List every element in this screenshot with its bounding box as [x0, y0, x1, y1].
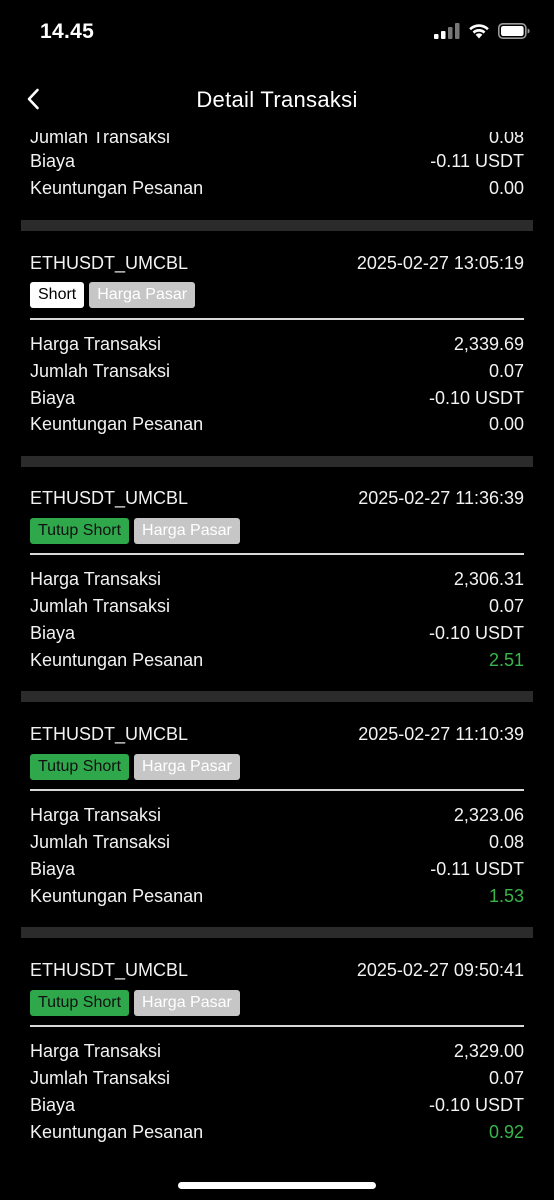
row-value: 2,306.31 — [453, 568, 524, 589]
status-time: 14.45 — [40, 20, 95, 43]
row-profit: Keuntungan Pesanan 0.00 — [30, 411, 524, 437]
row-label: Biaya — [30, 622, 76, 643]
card-tags: Tutup Short Harga Pasar — [30, 990, 240, 1016]
row-label: Keuntungan Pesanan — [30, 1121, 204, 1142]
card-header[interactable]: ETHUSDT_UMCBL 2025-02-27 11:36:39 — [30, 485, 524, 511]
row-label: Jumlah Transaksi — [30, 831, 171, 852]
card-datetime: 2025-02-27 11:10:39 — [358, 723, 524, 744]
page-title: Detail Transaksi — [196, 87, 358, 112]
row-amount: Jumlah Transaksi 0.08 — [30, 829, 524, 855]
row-fee: Biaya -0.10 USDT — [30, 385, 524, 411]
nav-bar: Detail Transaksi — [0, 70, 554, 132]
row-value: 0.92 — [488, 1121, 524, 1142]
row-amount: Jumlah Transaksi 0.07 — [30, 1065, 524, 1091]
card-divider — [21, 927, 533, 938]
row-price: Harga Transaksi 2,329.00 — [30, 1038, 524, 1064]
row-amount: Jumlah Transaksi 0.07 — [30, 593, 524, 619]
card-header[interactable]: ETHUSDT_UMCBL 2025-02-27 11:10:39 — [30, 721, 524, 747]
card-header[interactable]: ETHUSDT_UMCBL 2025-02-27 13:05:19 — [30, 250, 524, 276]
row-label: Harga Transaksi — [30, 568, 162, 589]
partial-row-profit: Keuntungan Pesanan 0.00 — [30, 175, 524, 201]
row-label: Jumlah Transaksi — [30, 132, 171, 147]
battery-icon — [498, 23, 530, 44]
row-value: 0.00 — [488, 413, 524, 434]
order-type-tag: Harga Pasar — [89, 282, 196, 308]
row-value: 0.08 — [488, 132, 524, 147]
status-icons — [434, 23, 530, 44]
row-amount: Jumlah Transaksi 0.07 — [30, 358, 524, 384]
row-label: Keuntungan Pesanan — [30, 177, 204, 198]
row-value: 0.07 — [488, 595, 524, 616]
row-value: -0.10 USDT — [428, 1094, 524, 1115]
card-divider — [21, 691, 533, 702]
side-tag: Tutup Short — [30, 518, 130, 544]
card-tags: Tutup Short Harga Pasar — [30, 754, 240, 780]
row-value: 2,329.00 — [453, 1040, 524, 1061]
row-label: Keuntungan Pesanan — [30, 413, 204, 434]
row-label: Biaya — [30, 150, 76, 171]
row-value: 1.53 — [488, 885, 524, 906]
row-value: 0.08 — [488, 831, 524, 852]
row-profit: Keuntungan Pesanan 2.51 — [30, 647, 524, 673]
row-fee: Biaya -0.11 USDT — [30, 856, 524, 882]
side-tag: Short — [30, 282, 85, 308]
status-bar: 14.45 — [0, 0, 554, 70]
card-inner-divider — [30, 318, 524, 320]
cellular-signal-icon — [434, 23, 460, 44]
card-symbol: ETHUSDT_UMCBL — [30, 487, 189, 508]
card-datetime: 2025-02-27 09:50:41 — [356, 959, 524, 980]
order-type-tag: Harga Pasar — [134, 518, 240, 544]
home-indicator[interactable] — [178, 1182, 376, 1189]
row-value: 0.07 — [488, 360, 524, 381]
row-price: Harga Transaksi 2,339.69 — [30, 331, 524, 357]
row-label: Keuntungan Pesanan — [30, 649, 204, 670]
row-value: -0.10 USDT — [428, 622, 524, 643]
transaction-list[interactable]: Jumlah Transaksi 0.08 Biaya -0.11 USDT K… — [0, 132, 554, 1172]
card-datetime: 2025-02-27 13:05:19 — [356, 252, 524, 273]
order-type-tag: Harga Pasar — [134, 754, 240, 780]
row-fee: Biaya -0.10 USDT — [30, 620, 524, 646]
row-label: Jumlah Transaksi — [30, 1067, 171, 1088]
side-tag: Tutup Short — [30, 754, 130, 780]
row-profit: Keuntungan Pesanan 0.92 — [30, 1119, 524, 1145]
card-divider — [21, 456, 533, 467]
card-tags: Short Harga Pasar — [30, 282, 196, 308]
row-fee: Biaya -0.10 USDT — [30, 1092, 524, 1118]
row-value: 2,339.69 — [453, 333, 524, 354]
row-label: Jumlah Transaksi — [30, 595, 171, 616]
card-symbol: ETHUSDT_UMCBL — [30, 723, 189, 744]
row-label: Harga Transaksi — [30, 333, 162, 354]
row-value: -0.10 USDT — [428, 387, 524, 408]
row-label: Jumlah Transaksi — [30, 360, 171, 381]
row-label: Keuntungan Pesanan — [30, 885, 204, 906]
card-tags: Tutup Short Harga Pasar — [30, 518, 240, 544]
card-inner-divider — [30, 1025, 524, 1027]
side-tag: Tutup Short — [30, 990, 130, 1016]
row-label: Harga Transaksi — [30, 804, 162, 825]
row-value: 2.51 — [488, 649, 524, 670]
row-value: 2,323.06 — [453, 804, 524, 825]
card-symbol: ETHUSDT_UMCBL — [30, 252, 189, 273]
card-divider — [21, 220, 533, 231]
row-label: Harga Transaksi — [30, 1040, 162, 1061]
card-symbol: ETHUSDT_UMCBL — [30, 959, 189, 980]
wifi-icon — [468, 23, 490, 44]
row-value: -0.11 USDT — [430, 858, 524, 879]
card-header[interactable]: ETHUSDT_UMCBL 2025-02-27 09:50:41 — [30, 957, 524, 983]
row-label: Biaya — [30, 858, 76, 879]
card-inner-divider — [30, 553, 524, 555]
partial-row-fee: Biaya -0.11 USDT — [30, 148, 524, 174]
row-label: Biaya — [30, 387, 76, 408]
row-price: Harga Transaksi 2,323.06 — [30, 802, 524, 828]
order-type-tag: Harga Pasar — [134, 990, 240, 1016]
card-datetime: 2025-02-27 11:36:39 — [358, 487, 524, 508]
row-profit: Keuntungan Pesanan 1.53 — [30, 883, 524, 909]
row-value: -0.11 USDT — [430, 150, 524, 171]
row-price: Harga Transaksi 2,306.31 — [30, 566, 524, 592]
row-value: 0.00 — [488, 177, 524, 198]
card-inner-divider — [30, 789, 524, 791]
row-label: Biaya — [30, 1094, 76, 1115]
row-value: 0.07 — [488, 1067, 524, 1088]
